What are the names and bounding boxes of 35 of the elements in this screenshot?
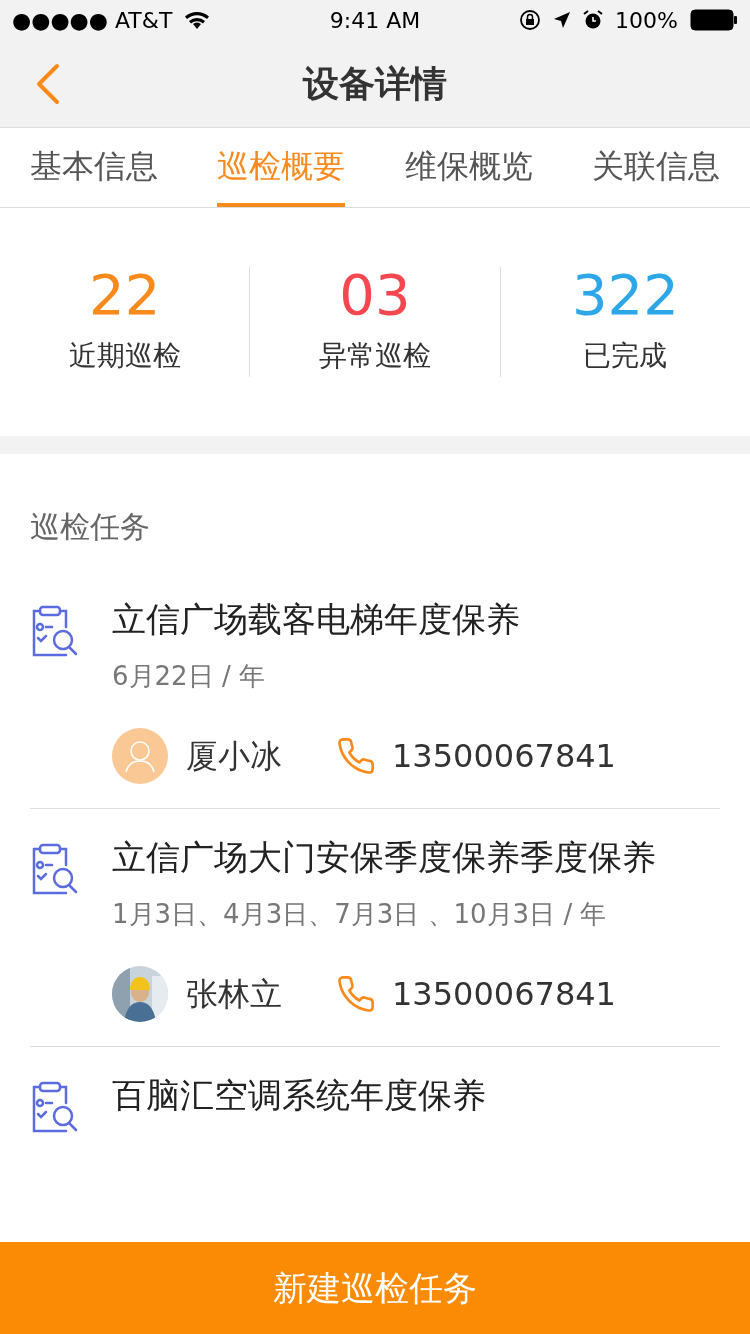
stat-value: 322 xyxy=(571,267,679,323)
stat-value: 22 xyxy=(89,267,161,323)
stat-label: 异常巡检 xyxy=(319,338,431,374)
clipboard-search-icon xyxy=(30,1081,80,1135)
person-name: 厦小冰 xyxy=(186,736,283,777)
task-title[interactable]: 百脑汇空调系统年度保养 xyxy=(112,1073,720,1117)
task-title[interactable]: 立信广场大门安保季度保养季度保养 xyxy=(112,835,720,879)
avatar-icon xyxy=(112,728,168,784)
phone-number[interactable]: 13500067841 xyxy=(392,732,616,780)
stat-label: 近期巡检 xyxy=(68,338,181,374)
task-schedule: 1月3日、4月3日、7月3日 、10月3日 / 年 xyxy=(112,898,608,931)
tab[interactable]: 基本信息 xyxy=(0,128,188,207)
carrier-label: ●●●●● AT&T xyxy=(12,6,173,35)
stat-value: 03 xyxy=(339,267,411,323)
phone-icon[interactable] xyxy=(336,736,376,776)
time-label: 9:41 AM xyxy=(329,6,421,35)
location-icon xyxy=(553,11,572,29)
rotation-lock-icon xyxy=(519,9,542,31)
wifi-icon xyxy=(184,10,211,30)
task-schedule: 6月22日 / 年 xyxy=(112,660,266,693)
back-icon xyxy=(35,62,61,105)
section-title: 巡检任务 xyxy=(30,508,151,546)
person-name: 张林立 xyxy=(186,974,283,1015)
tab[interactable]: 关联信息 xyxy=(562,128,750,207)
alarm-icon xyxy=(583,10,604,30)
battery-label: 100% xyxy=(615,6,678,35)
stat-label: 已完成 xyxy=(583,338,668,374)
clipboard-search-icon xyxy=(30,605,80,659)
phone-icon[interactable] xyxy=(336,974,376,1014)
task-title[interactable]: 立信广场载客电梯年度保养 xyxy=(112,597,720,641)
battery-icon xyxy=(690,9,738,31)
clipboard-search-icon xyxy=(30,843,80,897)
tab[interactable]: 维保概览 xyxy=(375,128,563,207)
phone-number[interactable]: 13500067841 xyxy=(392,970,616,1018)
page-title: 设备详情 xyxy=(303,61,447,106)
